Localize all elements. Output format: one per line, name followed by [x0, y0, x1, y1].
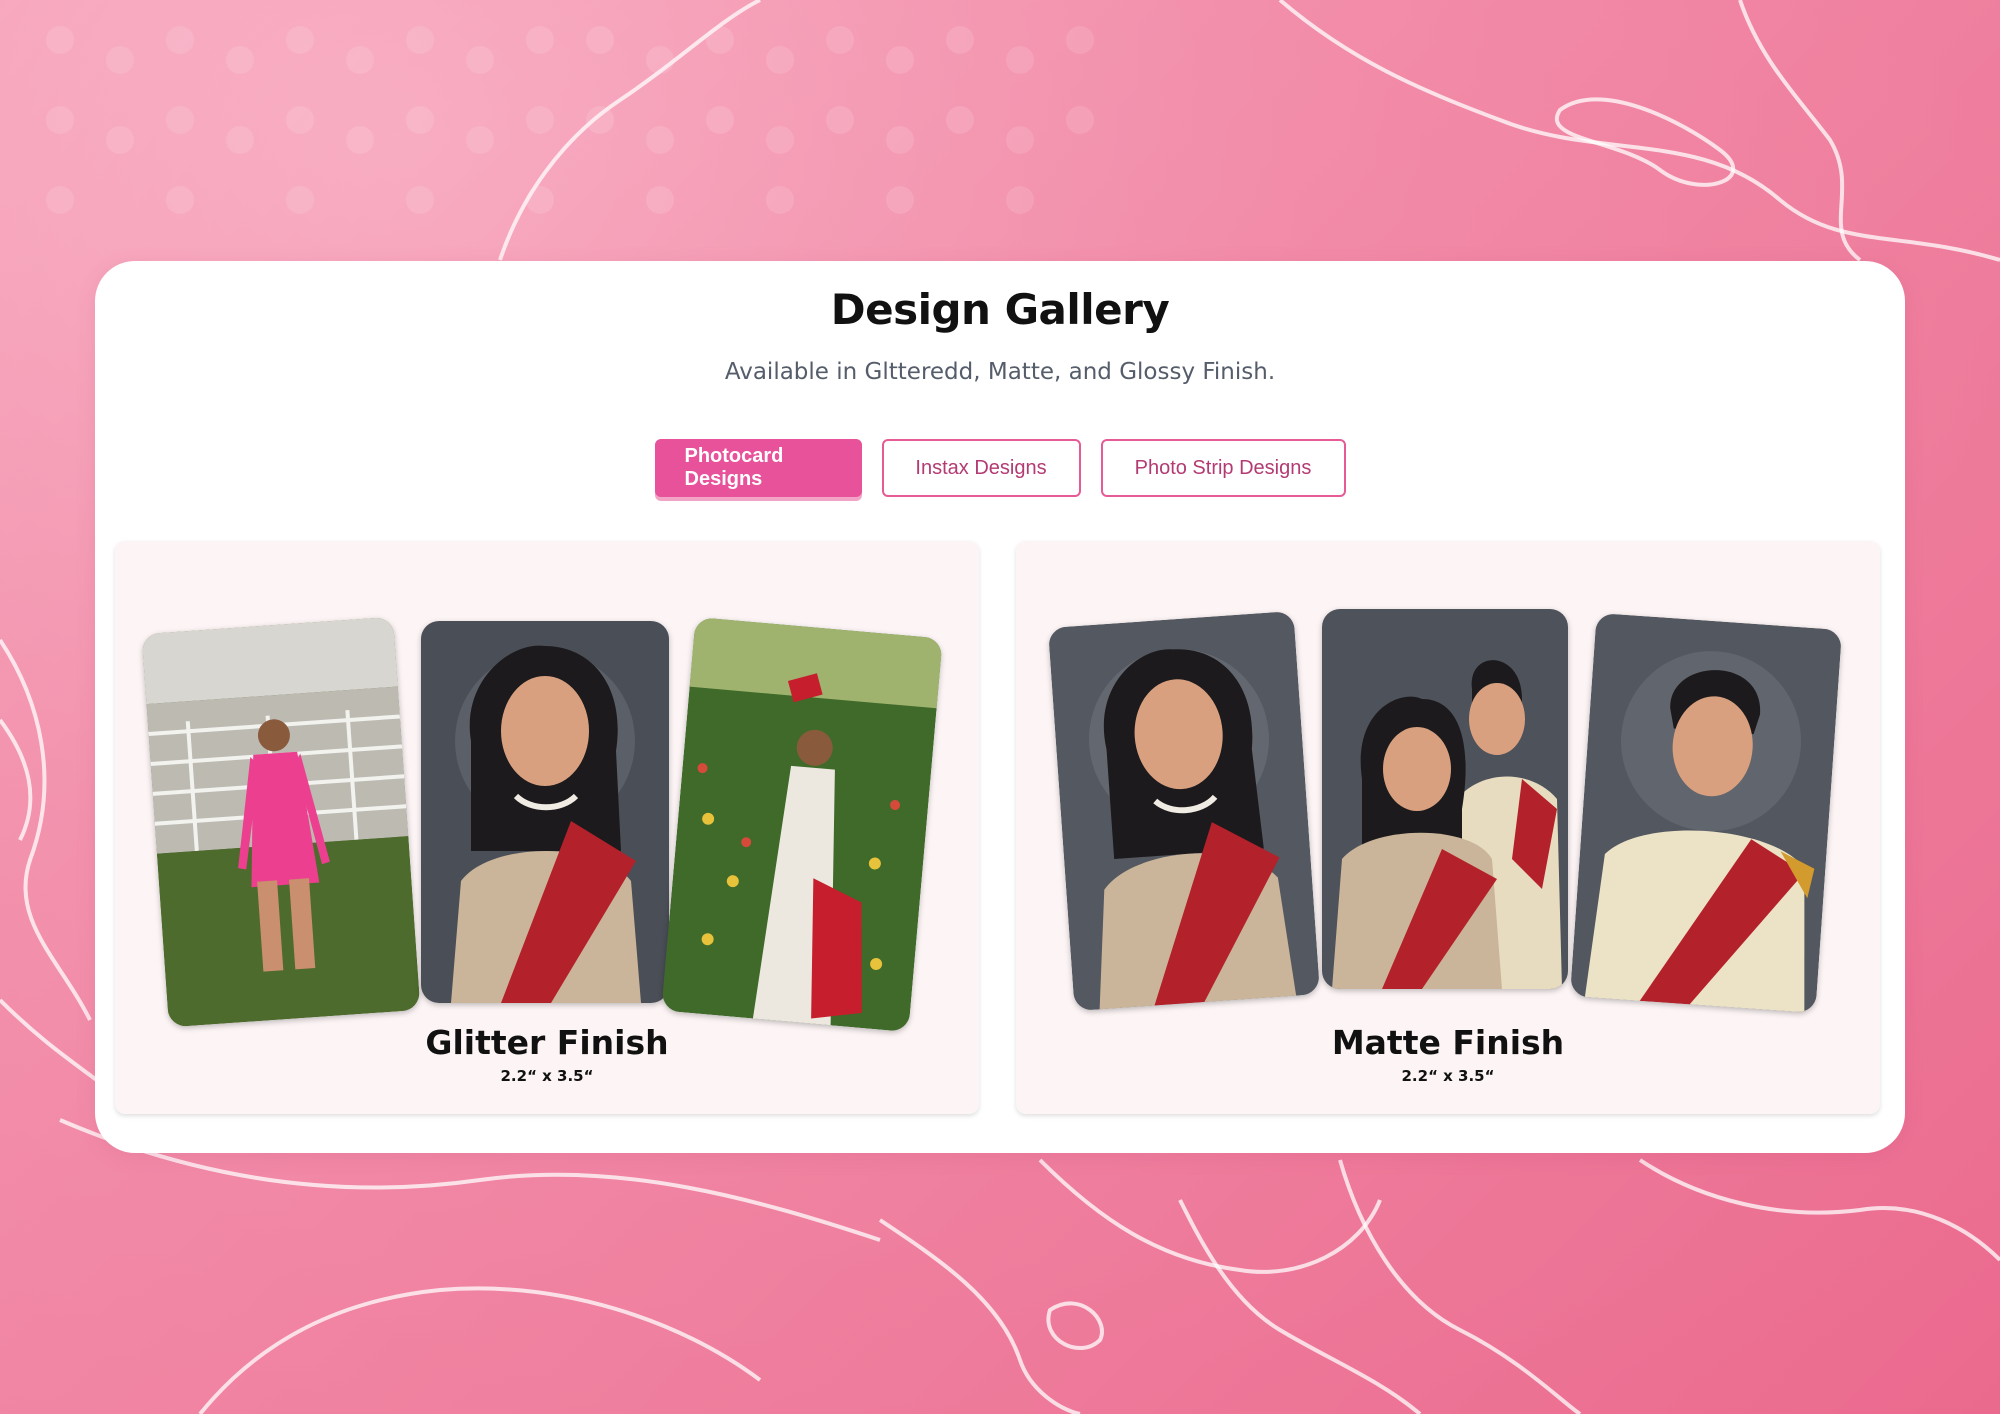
photo-pink-dress-image: [141, 616, 421, 1028]
photo-couple-portrait-image: [1322, 609, 1568, 989]
gallery-subtitle: Available in Gltteredd, Matte, and Gloss…: [724, 359, 1276, 385]
tab-photocard-designs[interactable]: Photocard Designs: [654, 439, 862, 497]
glitter-finish-card[interactable]: Glitter Finish 2.2“ x 3.5“: [115, 541, 979, 1114]
photo-barong-portrait-image: [1569, 612, 1843, 1014]
photo-garden-toga-image: [661, 616, 943, 1033]
matte-finish-card[interactable]: Matte Finish 2.2“ x 3.5“: [1016, 541, 1880, 1114]
photocard-garden-toga[interactable]: [661, 616, 943, 1033]
card-title: Matte Finish: [1331, 1023, 1565, 1062]
card-size: 2.2“ x 3.5“: [1401, 1067, 1495, 1085]
design-tabs: Photocard Designs Instax Designs Photo S…: [95, 439, 1905, 497]
tab-instax-designs[interactable]: Instax Designs: [881, 439, 1081, 497]
photocard-sash-portrait[interactable]: [421, 621, 669, 1003]
card-size: 2.2“ x 3.5“: [500, 1067, 594, 1085]
card-title: Glitter Finish: [425, 1023, 669, 1062]
photo-sash-portrait-image: [421, 621, 669, 1003]
photo-sash-portrait-matte-image: [1047, 610, 1321, 1012]
photocard-barong-portrait[interactable]: [1569, 612, 1843, 1014]
tab-photo-strip-designs[interactable]: Photo Strip Designs: [1100, 439, 1346, 497]
photocard-sash-portrait-matte[interactable]: [1047, 610, 1321, 1012]
page-title: Design Gallery: [830, 285, 1170, 334]
photocard-pink-dress[interactable]: [141, 616, 421, 1028]
design-gallery-card: Design Gallery Available in Gltteredd, M…: [95, 261, 1905, 1153]
photocard-couple-portrait[interactable]: [1322, 609, 1568, 989]
